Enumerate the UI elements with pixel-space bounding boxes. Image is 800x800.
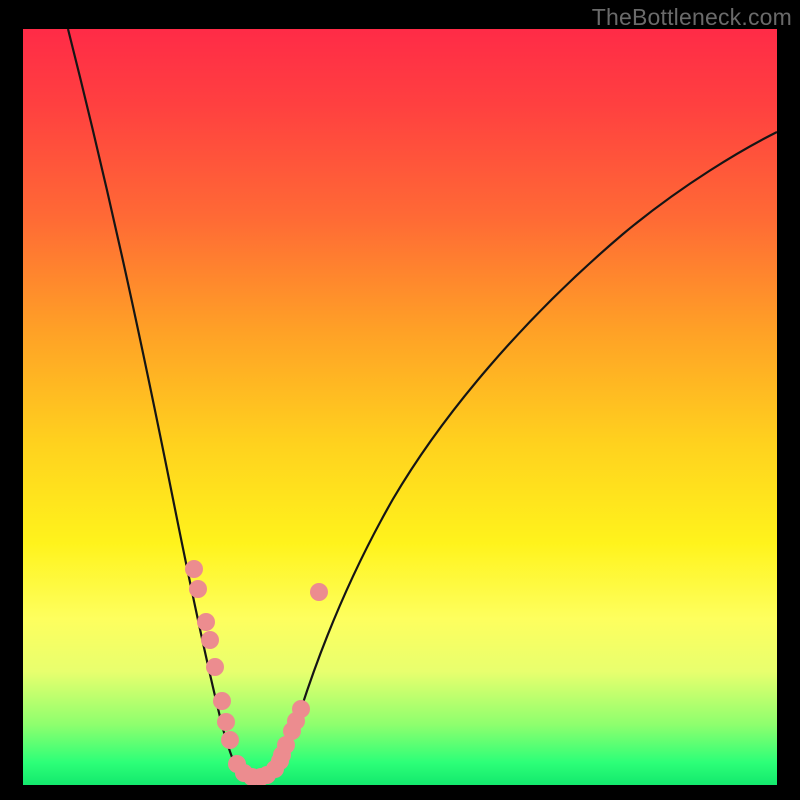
chart-overlay [23,29,777,785]
marker-dot [197,613,215,631]
marker-dot [206,658,224,676]
marker-dot [310,583,328,601]
marker-dot [189,580,207,598]
marker-dot [213,692,231,710]
marker-dot [185,560,203,578]
marker-dot [292,700,310,718]
watermark-text: TheBottleneck.com [592,4,792,31]
marker-dot [221,731,239,749]
marker-dot [201,631,219,649]
curve-right [269,132,777,778]
marker-group [185,560,328,785]
marker-dot [217,713,235,731]
